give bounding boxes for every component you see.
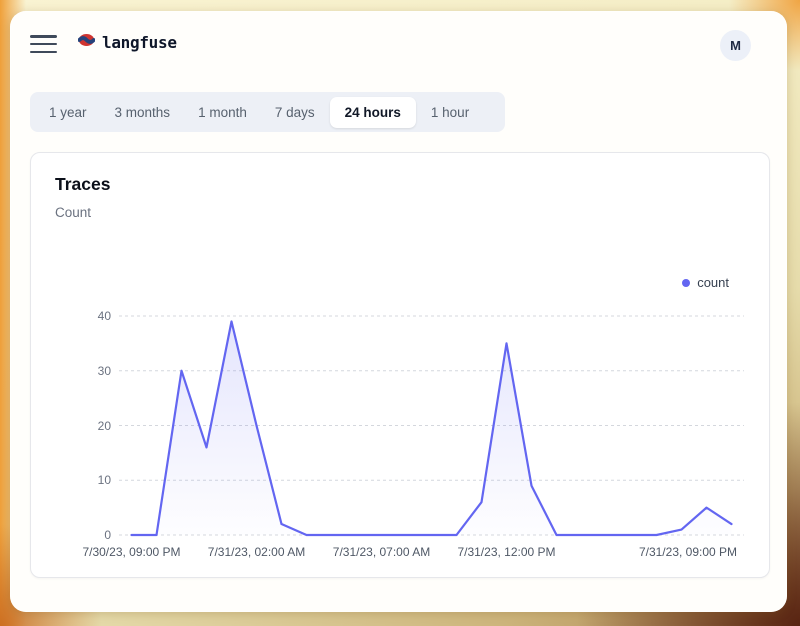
app-window: { "header": { "brand": "langfuse", "avat… bbox=[0, 0, 800, 626]
app-panel: langfuse M 1 year 3 months 1 month 7 day… bbox=[10, 11, 787, 612]
legend-label: count bbox=[697, 275, 729, 290]
x-axis-tick: 7/31/23, 09:00 PM bbox=[632, 545, 744, 559]
x-axis-tick: 7/30/23, 09:00 PM bbox=[76, 545, 188, 559]
top-navbar: langfuse M bbox=[10, 11, 787, 77]
chart-plot-area bbox=[119, 316, 744, 535]
area-series bbox=[132, 321, 732, 535]
y-axis-tick: 10 bbox=[55, 473, 111, 487]
tab-24-hours[interactable]: 24 hours bbox=[330, 97, 416, 128]
tab-1-year[interactable]: 1 year bbox=[36, 97, 100, 128]
brand[interactable]: langfuse bbox=[78, 33, 177, 52]
x-axis-tick: 7/31/23, 02:00 AM bbox=[201, 545, 313, 559]
tab-1-hour[interactable]: 1 hour bbox=[418, 97, 482, 128]
x-axis-tick: 7/31/23, 12:00 PM bbox=[451, 545, 563, 559]
y-axis-tick: 20 bbox=[55, 419, 111, 433]
menu-icon[interactable] bbox=[30, 35, 57, 53]
card-title: Traces bbox=[55, 174, 110, 195]
y-axis-tick: 40 bbox=[55, 309, 111, 323]
chart-legend[interactable]: count bbox=[682, 275, 729, 290]
brand-name: langfuse bbox=[102, 33, 177, 52]
x-axis-tick: 7/31/23, 07:00 AM bbox=[326, 545, 438, 559]
area-chart bbox=[119, 316, 744, 535]
langfuse-logo-icon bbox=[78, 33, 95, 52]
card-subtitle: Count bbox=[55, 205, 91, 220]
y-axis-tick: 0 bbox=[55, 528, 111, 542]
y-axis-tick: 30 bbox=[55, 364, 111, 378]
tab-1-month[interactable]: 1 month bbox=[185, 97, 260, 128]
traces-chart-card: Traces Count count 0 10 20 30 40 7/30/23, 09… bbox=[30, 152, 770, 578]
user-avatar[interactable]: M bbox=[720, 30, 751, 61]
time-range-tabs: 1 year 3 months 1 month 7 days 24 hours … bbox=[30, 92, 505, 132]
legend-dot-icon bbox=[682, 279, 690, 287]
tab-7-days[interactable]: 7 days bbox=[262, 97, 328, 128]
tab-3-months[interactable]: 3 months bbox=[102, 97, 184, 128]
